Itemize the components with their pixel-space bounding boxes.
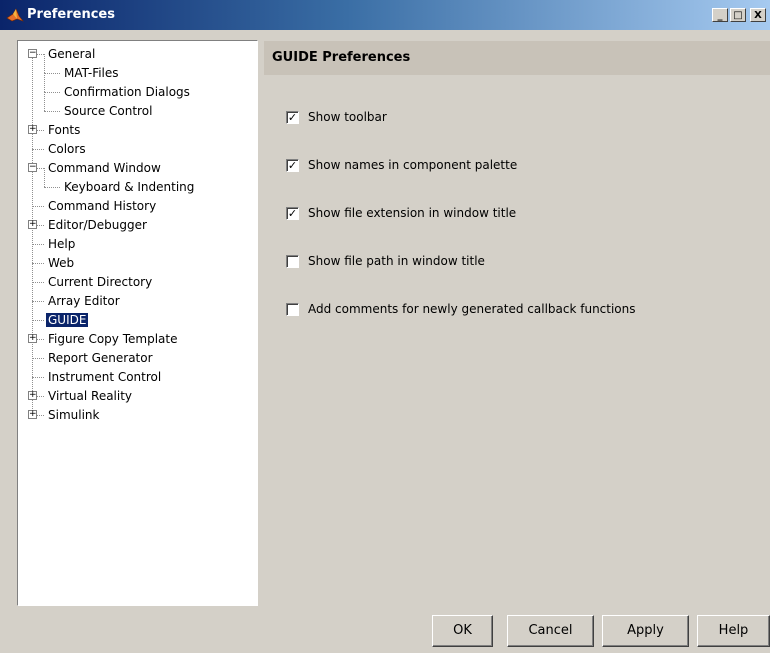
tree-connector xyxy=(32,149,44,150)
tree-connector xyxy=(32,244,44,245)
window-title: Preferences xyxy=(27,7,115,22)
tree-item-label: Command History xyxy=(48,199,157,213)
tree-connector xyxy=(44,73,60,74)
tree-item[interactable]: + Virtual Reality xyxy=(18,387,256,405)
tree-item[interactable]: Current Directory xyxy=(18,273,256,291)
checkbox-label: Show file extension in window title xyxy=(308,206,517,220)
cancel-button[interactable]: Cancel xyxy=(507,615,594,647)
tree-item-label: Colors xyxy=(48,142,86,156)
expand-icon[interactable]: + xyxy=(28,125,37,134)
tree-item[interactable]: Web xyxy=(18,254,256,272)
tree-item-label: Web xyxy=(48,256,75,270)
expand-icon[interactable]: + xyxy=(28,334,37,343)
help-button[interactable]: Help xyxy=(697,615,770,647)
checkbox[interactable]: ✓ xyxy=(286,111,299,124)
tree-connector xyxy=(44,92,60,93)
tree-item[interactable]: Confirmation Dialogs xyxy=(18,73,256,101)
tree-item[interactable]: Instrument Control xyxy=(18,368,256,386)
tree-item-label: Source Control xyxy=(64,104,153,118)
tree-item[interactable]: Keyboard & Indenting xyxy=(18,168,256,196)
tree-item[interactable]: Report Generator xyxy=(18,349,256,367)
tree-item-label: Array Editor xyxy=(48,294,120,308)
tree-connector xyxy=(44,187,60,188)
tree-connector xyxy=(44,168,45,187)
collapse-icon[interactable]: − xyxy=(28,163,37,172)
tree-item[interactable]: Colors xyxy=(18,140,256,158)
preferences-tree[interactable]: − General MAT-Files Confirmation Dialogs Sou… xyxy=(17,40,258,606)
tree-item-label: Figure Copy Template xyxy=(48,332,178,346)
tree-connector xyxy=(32,282,44,283)
tree-item[interactable]: MAT-Files xyxy=(18,54,256,82)
tree-item[interactable]: + Editor/Debugger xyxy=(18,216,256,234)
panel-header: GUIDE Preferences xyxy=(264,41,770,75)
panel-title: GUIDE Preferences xyxy=(272,50,411,65)
tree-item-label: Help xyxy=(48,237,76,251)
tree-item[interactable]: − General xyxy=(18,45,256,63)
tree-connector xyxy=(32,358,44,359)
checkbox-label: Add comments for newly generated callbac… xyxy=(308,302,636,316)
tree-connector xyxy=(32,263,44,264)
tree-item-label: General xyxy=(48,47,96,61)
apply-button[interactable]: Apply xyxy=(602,615,689,647)
tree-item-label: GUIDE xyxy=(46,313,89,327)
tree-item[interactable]: Source Control xyxy=(18,92,256,120)
tree-item-label: Editor/Debugger xyxy=(48,218,147,232)
tree-item[interactable]: + Figure Copy Template xyxy=(18,330,256,348)
expand-icon[interactable]: + xyxy=(28,220,37,229)
tree-item-label: Report Generator xyxy=(48,351,153,365)
tree-item-label: Virtual Reality xyxy=(48,389,133,403)
ok-button[interactable]: OK xyxy=(432,615,493,647)
tree-connector xyxy=(32,377,44,378)
tree-item-label: Confirmation Dialogs xyxy=(64,85,190,99)
tree-item[interactable]: Help xyxy=(18,235,256,253)
tree-item[interactable]: + Fonts xyxy=(18,121,256,139)
tree-item-label: MAT-Files xyxy=(64,66,119,80)
tree-connector xyxy=(44,73,45,92)
tree-item-label: Fonts xyxy=(48,123,81,137)
expand-icon[interactable]: + xyxy=(28,410,37,419)
tree-item-label: Instrument Control xyxy=(48,370,162,384)
tree-item[interactable]: + Simulink xyxy=(18,406,256,424)
tree-item-label: Current Directory xyxy=(48,275,153,289)
close-button[interactable]: X xyxy=(750,8,766,22)
tree-item[interactable]: GUIDE xyxy=(18,311,256,329)
checkbox[interactable] xyxy=(286,303,299,316)
title-bar[interactable]: Preferences _ □ X xyxy=(0,0,770,30)
checkbox[interactable] xyxy=(286,255,299,268)
checkbox-label: Show toolbar xyxy=(308,110,387,124)
expand-icon[interactable]: + xyxy=(28,391,37,400)
checkbox-label: Show names in component palette xyxy=(308,158,518,172)
checkbox-label: Show file path in window title xyxy=(308,254,485,268)
tree-item[interactable]: Array Editor xyxy=(18,292,256,310)
tree-connector xyxy=(44,111,60,112)
tree-item-label: Keyboard & Indenting xyxy=(64,180,195,194)
tree-connector xyxy=(32,301,44,302)
checkbox[interactable]: ✓ xyxy=(286,159,299,172)
tree-item[interactable]: Command History xyxy=(18,197,256,215)
checkbox[interactable]: ✓ xyxy=(286,207,299,220)
tree-item-label: Command Window xyxy=(48,161,161,175)
tree-connector xyxy=(32,206,44,207)
tree-item[interactable]: − Command Window xyxy=(18,159,256,177)
minimize-button[interactable]: _ xyxy=(712,8,728,22)
tree-connector xyxy=(44,92,45,111)
matlab-logo-icon xyxy=(6,8,24,22)
tree-connector xyxy=(44,54,45,73)
collapse-icon[interactable]: − xyxy=(28,49,37,58)
maximize-button[interactable]: □ xyxy=(730,8,746,22)
tree-connector xyxy=(32,320,44,321)
tree-item-label: Simulink xyxy=(48,408,100,422)
